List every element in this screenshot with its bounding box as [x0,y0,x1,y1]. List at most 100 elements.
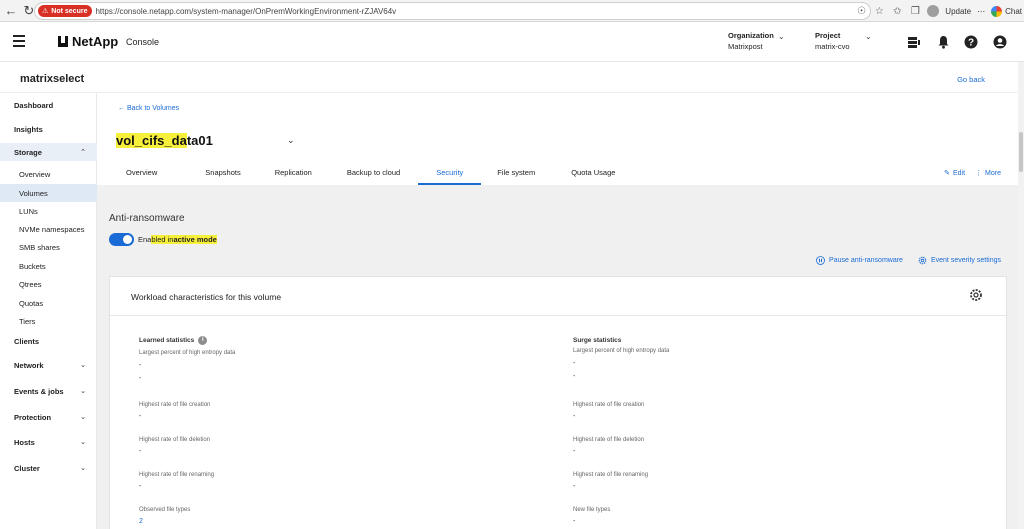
main-content: ← Back to Volumes vol_cifs_data01 ⌄ Over… [97,93,1018,529]
tab-security[interactable]: Security [418,163,482,185]
back-arrow-icon[interactable]: ← [2,2,20,20]
chevron-down-icon: ⌄ [80,414,86,421]
observed-file-types-label: Observed file types [139,507,191,513]
app-header: NetApp Console Organization Matrixpost ⌄… [0,22,1024,62]
go-back-link[interactable]: Go back [957,75,985,84]
help-icon[interactable]: ? [963,34,979,50]
sidebar-item-storage[interactable]: Storage ⌃ [0,143,97,161]
info-icon[interactable]: i [198,335,208,345]
chevron-down-icon: ⌄ [80,388,86,395]
sidebar-item-tiers[interactable]: Tiers [0,312,97,330]
learned-deletion-value: - [139,448,142,455]
tab-file-system[interactable]: File system [481,163,553,185]
card-title: Workload characteristics for this volume [131,292,282,302]
organization-selector[interactable]: Organization Matrixpost ⌄ [728,30,786,52]
not-secure-badge[interactable]: ⚠ Not secure [38,5,93,17]
workspace-bar: matrixselect Go back [0,62,1024,93]
tab-overview[interactable]: Overview [108,163,175,185]
volume-tabs: Overview Snapshots Replication Backup to… [108,163,633,185]
back-to-volumes-link[interactable]: ← Back to Volumes [118,105,179,112]
learned-renaming-label: Highest rate of file renaming [139,472,215,478]
anti-ransomware-actions: Pause anti-ransomware Event severity set… [816,256,1001,265]
sidebar-item-nvme-namespaces[interactable]: NVMe namespaces [0,220,97,238]
security-panel: Anti-ransomware Ena bled in active mode P… [97,185,1018,529]
collections-icon[interactable]: ❐ [909,5,921,17]
sidebar-item-dashboard[interactable]: Dashboard [0,96,97,114]
anti-ransomware-heading: Anti-ransomware [109,213,185,224]
browser-more-icon[interactable]: ⋯ [977,7,985,16]
tab-replication[interactable]: Replication [259,163,330,185]
sidebar-item-buckets[interactable]: Buckets [0,257,97,275]
sidebar-item-volumes[interactable]: Volumes [0,184,97,202]
notifications-bell-icon[interactable] [935,34,951,50]
tab-snapshots[interactable]: Snapshots [175,163,258,185]
edit-button[interactable]: ✎ Edit [944,169,965,178]
chevron-down-icon: ⌄ [865,32,872,41]
project-selector[interactable]: Project matrix-cvo ⌄ [815,30,875,52]
pause-icon [816,256,825,265]
browser-toolbar: ← ↻ ⚠ Not secure https://console.netapp.… [0,0,1024,22]
sidebar-item-quotas[interactable]: Quotas [0,294,97,312]
sidebar-item-overview[interactable]: Overview [0,165,97,183]
learned-entropy-value: - [139,362,142,369]
chat-button[interactable]: Chat [991,5,1022,17]
tab-backup-to-cloud[interactable]: Backup to cloud [330,163,418,185]
volume-actions: ✎ Edit ⋮ More [944,169,1001,178]
sidebar-item-insights[interactable]: Insights [0,120,97,138]
gear-icon [918,256,927,265]
pencil-icon: ✎ [944,170,950,177]
anti-ransomware-status: Ena bled in active mode [109,233,217,246]
pause-anti-ransomware-button[interactable]: Pause anti-ransomware [816,256,903,265]
learned-deletion-label: Highest rate of file deletion [139,437,211,443]
sidebar-item-smb-shares[interactable]: SMB shares [0,238,97,256]
anti-ransomware-toggle[interactable] [109,233,134,246]
profile-avatar[interactable] [927,5,940,17]
netapp-mark-icon [58,36,68,47]
sidebar-item-clients[interactable]: Clients [0,332,97,350]
sidebar-item-network[interactable]: Network ⌄ [0,356,97,374]
favorites-icon[interactable]: ✩ [891,5,903,17]
browser-actions: ☉ ☆ ✩ ❐ Update ⋯ Chat [855,2,1024,20]
read-aloud-icon[interactable]: ☉ [855,5,867,17]
favorite-star-icon[interactable]: ☆ [873,5,885,17]
scroll-thumb[interactable] [1019,132,1023,172]
surge-renaming-value: - [573,483,576,490]
workloads-icon[interactable] [906,34,922,50]
volume-name: vol_cifs_data01 [116,133,213,148]
learned-creation-label: Highest rate of file creation [139,402,211,408]
copilot-icon [991,5,1003,17]
tab-quota-usage[interactable]: Quota Usage [553,163,633,185]
surge-entropy-value: - [573,373,576,380]
more-button[interactable]: ⋮ More [975,169,1001,178]
netapp-logo[interactable]: NetApp [58,34,118,49]
sidebar-item-hosts[interactable]: Hosts ⌄ [0,433,97,451]
user-account-icon[interactable] [992,34,1008,50]
hamburger-menu-icon[interactable] [13,35,25,50]
chevron-down-icon: ⌄ [80,439,86,446]
learned-statistics: Learned statistics i Largest percent of h… [139,335,439,525]
warning-icon: ⚠ [42,8,49,15]
new-file-types-value: - [573,518,576,525]
app-name: Console [126,37,160,47]
chevron-down-icon: ⌄ [80,465,86,472]
learned-creation-value: - [139,413,142,420]
sidebar-item-qtrees[interactable]: Qtrees [0,275,97,293]
observed-file-types-link[interactable]: 2 [139,518,143,525]
surge-creation-value: - [573,413,576,420]
learned-entropy-value: - [139,375,142,382]
page-scrollbar[interactable] [1018,62,1024,529]
update-button[interactable]: Update [945,7,971,16]
learned-entropy-label: Largest percent of high entropy data [139,350,236,356]
surge-entropy-label: Largest percent of high entropy data [573,348,670,354]
url-text[interactable]: https://console.netapp.com/system-manage… [95,7,396,16]
address-bar[interactable]: ⚠ Not secure https://console.netapp.com/… [34,2,871,20]
workload-characteristics-card: Workload characteristics for this volume… [109,276,1007,529]
settings-gear-icon[interactable] [969,288,983,302]
sidebar-item-events-jobs[interactable]: Events & jobs ⌄ [0,382,97,400]
card-header: Workload characteristics for this volume [110,277,1006,316]
sidebar-item-luns[interactable]: LUNs [0,202,97,220]
event-severity-settings-button[interactable]: Event severity settings [918,256,1001,265]
volume-switcher-chevron-icon[interactable]: ⌄ [287,135,295,146]
sidebar-item-cluster[interactable]: Cluster ⌄ [0,459,97,477]
sidebar-item-protection[interactable]: Protection ⌄ [0,408,97,426]
